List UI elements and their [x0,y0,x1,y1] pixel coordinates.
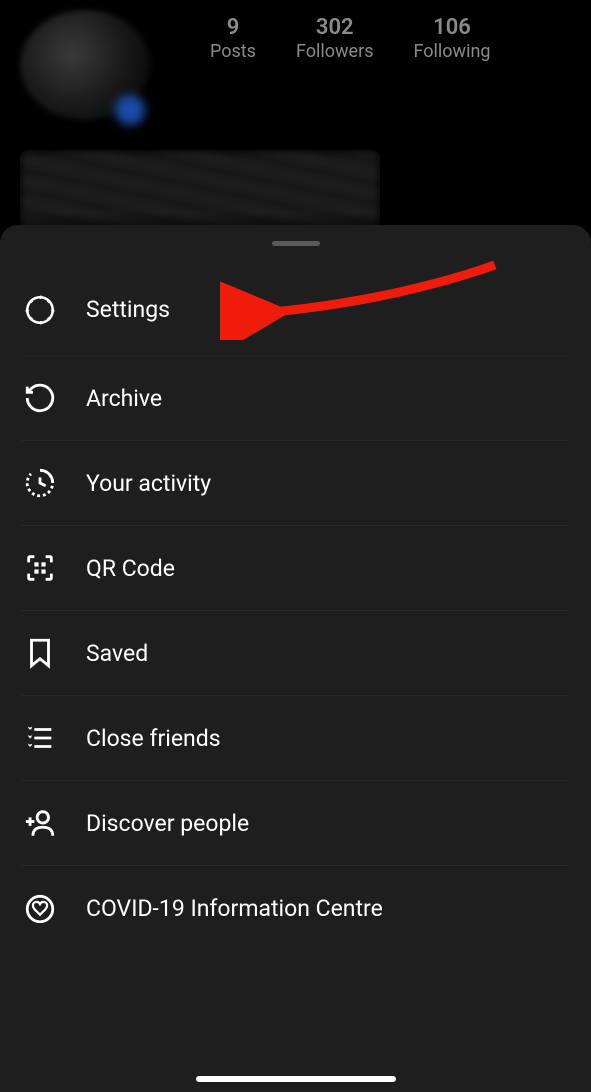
close-friends-icon [22,720,58,756]
menu-item-qrcode[interactable]: QR Code [22,526,569,611]
menu-item-covid[interactable]: COVID-19 Information Centre [22,866,569,951]
stat-posts[interactable]: 9 Posts [210,15,256,62]
heart-circle-icon [22,891,58,927]
menu-label: Settings [86,296,170,323]
discover-people-icon [22,805,58,841]
menu-label: QR Code [86,555,175,582]
menu-item-saved[interactable]: Saved [22,611,569,696]
following-count: 106 [414,15,491,41]
activity-icon [22,465,58,501]
followers-label: Followers [296,41,374,62]
followers-count: 302 [296,15,374,41]
following-label: Following [414,41,491,62]
menu-item-settings[interactable]: Settings [22,264,569,356]
sheet-grabber[interactable] [272,241,320,246]
menu-label: COVID-19 Information Centre [86,895,383,922]
stat-followers[interactable]: 302 Followers [296,15,374,62]
menu-item-archive[interactable]: Archive [22,356,569,441]
gear-icon [22,292,58,328]
qrcode-icon [22,550,58,586]
home-indicator[interactable] [196,1076,396,1082]
archive-icon [22,380,58,416]
posts-label: Posts [210,41,256,62]
menu-label: Archive [86,385,162,412]
bookmark-icon [22,635,58,671]
posts-count: 9 [210,15,256,41]
menu-label: Your activity [86,470,211,497]
menu-label: Discover people [86,810,249,837]
menu-list: Settings Archive Your activity [0,264,591,951]
avatar[interactable] [20,10,150,120]
menu-item-close-friends[interactable]: Close friends [22,696,569,781]
stat-following[interactable]: 106 Following [414,15,491,62]
menu-item-activity[interactable]: Your activity [22,441,569,526]
menu-label: Saved [86,640,148,667]
profile-stats: 9 Posts 302 Followers 106 Following [210,15,491,62]
menu-item-discover[interactable]: Discover people [22,781,569,866]
menu-label: Close friends [86,725,221,752]
bottom-sheet: Settings Archive Your activity [0,225,591,1092]
profile-header: 9 Posts 302 Followers 106 Following [0,0,591,130]
